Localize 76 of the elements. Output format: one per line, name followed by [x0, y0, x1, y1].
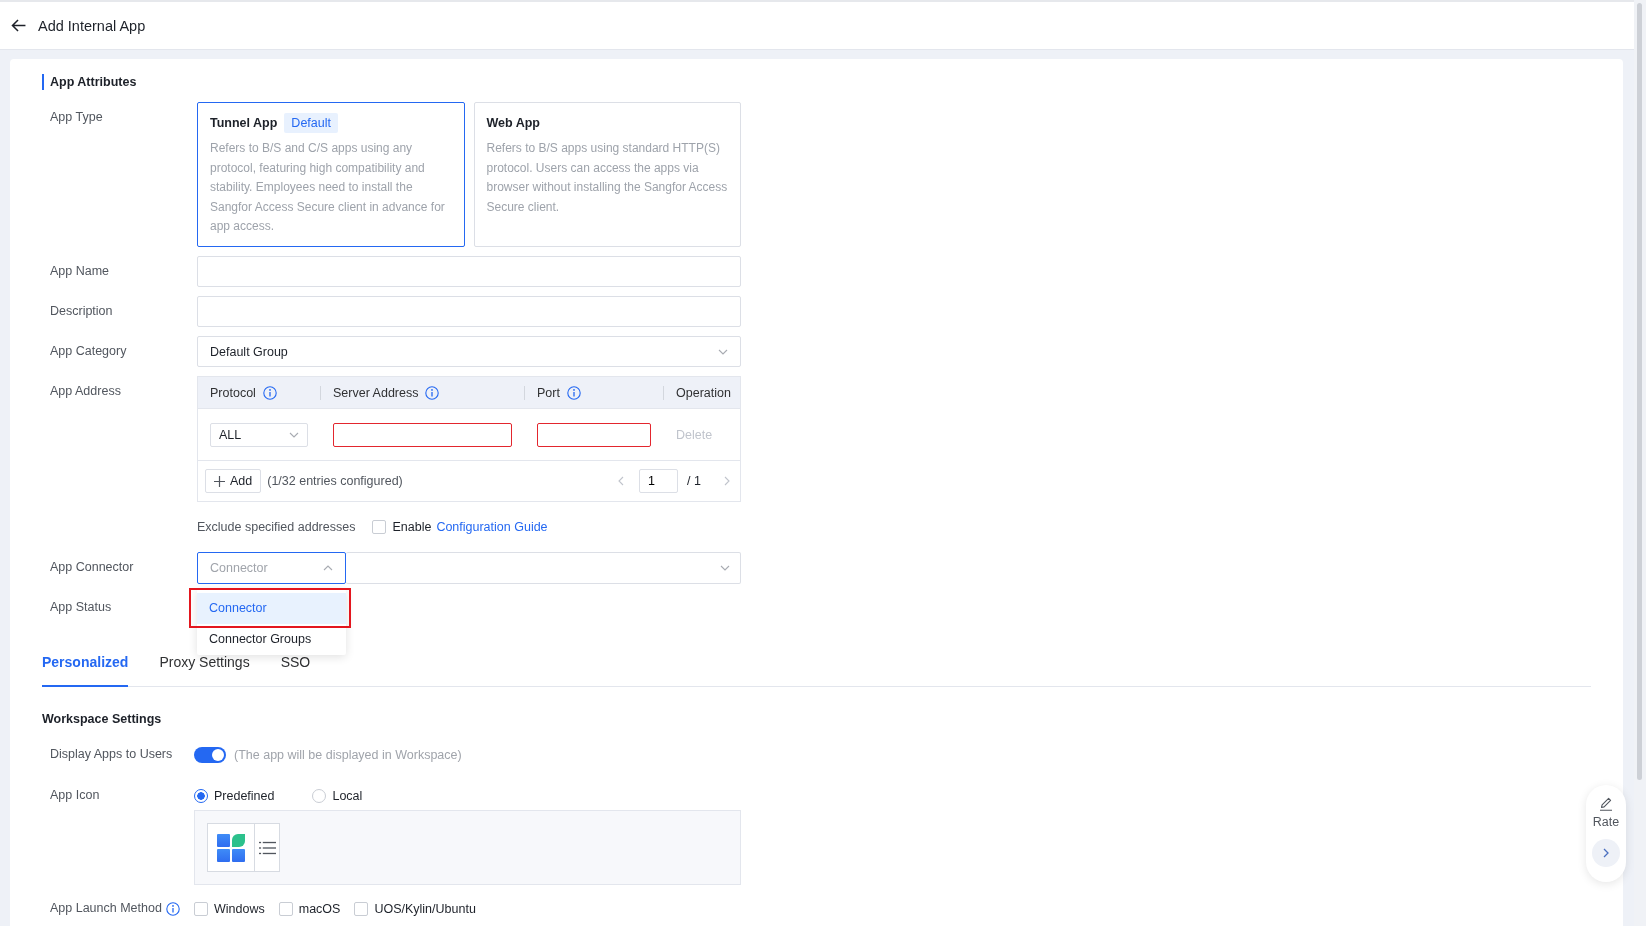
field-label: App Connector	[50, 559, 135, 576]
app-name-input[interactable]	[197, 256, 741, 287]
radio-button[interactable]	[194, 788, 208, 803]
category-select[interactable]: Default Group	[197, 336, 741, 367]
rate-button[interactable]: Rate	[1592, 797, 1620, 829]
checkbox[interactable]	[372, 520, 387, 534]
port-input[interactable]	[537, 422, 651, 447]
caret-down-icon	[720, 565, 730, 571]
info-icon[interactable]	[165, 901, 180, 916]
icon-list-button[interactable]	[255, 823, 280, 872]
column-header: Port	[537, 385, 560, 400]
field-label: App Category	[50, 343, 128, 360]
radio-label: Local	[332, 788, 363, 803]
plus-icon	[214, 475, 225, 487]
card-title: Web App	[486, 115, 540, 132]
caret-down-icon	[289, 431, 299, 438]
column-header: Protocol	[210, 385, 256, 400]
exclude-label: Exclude specified addresses	[197, 520, 356, 534]
entries-count: (1/32 entries configured)	[267, 474, 403, 488]
chevron-left-icon[interactable]	[618, 476, 625, 486]
chevron-right-icon	[1603, 848, 1609, 858]
checkbox[interactable]	[278, 901, 293, 916]
toggle-switch[interactable]	[194, 746, 226, 763]
description-input[interactable]	[197, 296, 741, 327]
app-grid-icon	[217, 833, 245, 862]
icon-option-button[interactable]	[207, 823, 255, 872]
hint-text: (The app will be displayed in Workspace)	[234, 747, 462, 762]
field-label: App Launch Method	[50, 900, 162, 917]
checkbox[interactable]	[194, 901, 208, 916]
back-arrow-icon[interactable]	[11, 19, 26, 32]
checkbox-label: UOS/Kylin/Ubuntu	[374, 901, 476, 916]
radio-label: Predefined	[214, 788, 275, 803]
caret-up-icon	[323, 565, 333, 571]
dropdown-option[interactable]: Connector Groups	[197, 624, 346, 655]
protocol-select[interactable]: ALL	[210, 422, 308, 447]
page-total: / 1	[687, 474, 701, 488]
page-input[interactable]: 1	[639, 469, 679, 493]
app-type-card[interactable]: Web App Refers to B/S apps using standard HTTP(S) protocol. Users can access the apps via browser without installing the Sangfor Access Secure client.	[473, 102, 741, 247]
card-description: Refers to B/S and C/S apps using any protocol, featuring high compatibility and stability. Employees need to install the Sangfor Access Secure client in advance for app access.	[210, 140, 446, 235]
info-icon[interactable]	[262, 385, 277, 400]
scrollbar-thumb[interactable]	[1637, 3, 1642, 780]
server-address-input[interactable]	[333, 422, 512, 447]
add-button[interactable]: Add	[205, 469, 262, 493]
field-label: App Type	[50, 109, 104, 126]
app-type-card[interactable]: Tunnel App Default Refers to B/S and C/S apps using any protocol, featuring high compatibility and stability. Employees need to install the Sangfor Access Secure client in advance for app access.	[197, 102, 465, 247]
checkbox-label: Enable	[392, 520, 432, 534]
section-heading: Workspace Settings	[42, 711, 162, 727]
collapse-button[interactable]	[1592, 839, 1620, 867]
dropdown-option[interactable]: Connector	[197, 593, 346, 624]
configuration-guide-link[interactable]: Configuration Guide	[436, 520, 548, 534]
field-label: Description	[50, 303, 114, 320]
info-icon[interactable]	[566, 385, 581, 400]
tab[interactable]: Personalized	[42, 652, 129, 687]
field-label: App Name	[50, 263, 111, 280]
page-title: Add Internal App	[38, 17, 146, 34]
info-icon[interactable]	[425, 385, 440, 400]
card-title: Tunnel App	[210, 115, 278, 132]
card-description: Refers to B/S apps using standard HTTP(S) protocol. Users can access the apps via browser without installing the Sangfor Access Secure client.	[486, 140, 729, 216]
column-header: Operation	[676, 385, 731, 400]
checkbox[interactable]	[354, 901, 369, 916]
tab[interactable]: Proxy Settings	[159, 652, 250, 687]
field-label: App Status	[50, 599, 113, 616]
field-label: App Icon	[50, 787, 101, 804]
chevron-right-icon[interactable]	[724, 476, 730, 486]
field-label: App Address	[50, 383, 122, 400]
pencil-icon	[1599, 797, 1613, 811]
tab[interactable]: SSO	[280, 652, 311, 687]
default-tag: Default	[284, 113, 338, 133]
column-header: Server Address	[333, 385, 419, 400]
list-icon	[258, 840, 276, 855]
checkbox-label: Windows	[214, 901, 265, 916]
field-label: Display Apps to Users	[50, 746, 174, 763]
section-title: App Attributes	[42, 74, 137, 90]
connector-select[interactable]	[346, 552, 741, 584]
checkbox-label: macOS	[298, 901, 341, 916]
caret-down-icon	[718, 348, 728, 355]
